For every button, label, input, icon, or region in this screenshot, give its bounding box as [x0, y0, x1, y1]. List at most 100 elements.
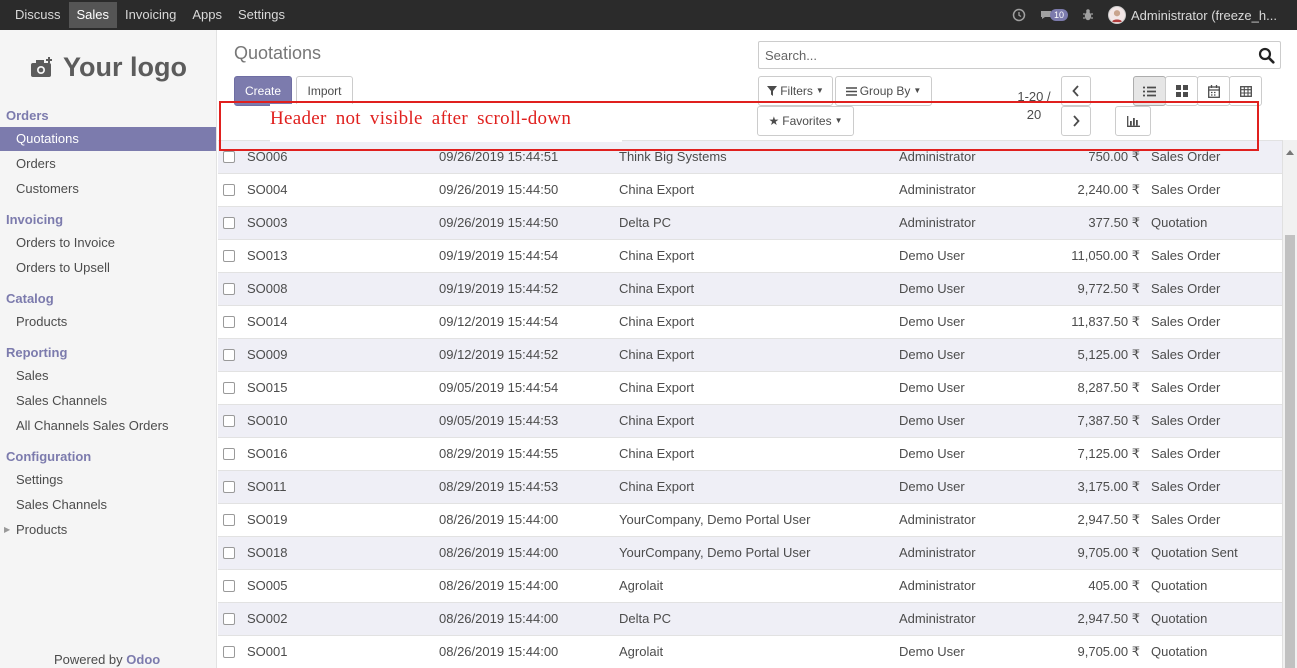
bug-icon[interactable] — [1082, 8, 1094, 22]
customer-name: China Export — [619, 446, 695, 461]
order-total: 5,125.00 ₹ — [1077, 347, 1141, 362]
search-input[interactable] — [759, 42, 1239, 68]
powered-by: Powered by Odoo — [54, 652, 160, 667]
row-checkbox[interactable] — [223, 580, 235, 592]
table-row[interactable]: SO010 09/05/2019 15:44:53 China Export Demo… — [218, 404, 1282, 437]
order-date: 09/12/2019 15:44:52 — [439, 347, 559, 362]
order-number: SO003 — [247, 215, 288, 230]
order-total: 405.00 ₹ — [1088, 578, 1140, 593]
order-status: Sales Order — [1151, 446, 1221, 461]
menu-orders-to-invoice[interactable]: Orders to Invoice — [0, 231, 216, 255]
menu-config-products[interactable]: ▶ Products — [0, 518, 216, 542]
menu-config-settings[interactable]: Settings — [0, 468, 216, 492]
menu-report-sales[interactable]: Sales — [0, 364, 216, 388]
nav-discuss[interactable]: Discuss — [7, 0, 69, 30]
nav-sales[interactable]: Sales — [68, 2, 118, 28]
annotation-text: Header not visible after scroll-down — [270, 104, 622, 142]
table-row[interactable]: SO004 09/26/2019 15:44:50 China Export Admi… — [218, 173, 1282, 206]
row-checkbox[interactable] — [223, 151, 235, 163]
row-checkbox[interactable] — [223, 184, 235, 196]
row-checkbox[interactable] — [223, 646, 235, 658]
order-total: 8,287.50 ₹ — [1077, 380, 1141, 395]
salesperson: Administrator — [899, 182, 976, 197]
order-number: SO011 — [247, 479, 287, 494]
row-checkbox[interactable] — [223, 448, 235, 460]
table-row[interactable]: SO016 08/29/2019 15:44:55 China Export Demo… — [218, 437, 1282, 470]
table-row[interactable]: SO003 09/26/2019 15:44:50 Delta PC Administ… — [218, 206, 1282, 239]
order-total: 2,947.50 ₹ — [1077, 512, 1141, 527]
list-scrollbar[interactable] — [1282, 140, 1297, 668]
table-row[interactable]: SO011 08/29/2019 15:44:53 China Export Demo… — [218, 470, 1282, 503]
nav-invoicing[interactable]: Invoicing — [117, 0, 184, 30]
salesperson: Demo User — [899, 281, 965, 296]
order-status: Sales Order — [1151, 281, 1221, 296]
order-status: Sales Order — [1151, 314, 1221, 329]
salesperson: Demo User — [899, 347, 965, 362]
row-checkbox[interactable] — [223, 547, 235, 559]
menu-customers[interactable]: Customers — [0, 177, 216, 201]
row-checkbox[interactable] — [223, 514, 235, 526]
scroll-up-arrow-icon[interactable] — [1286, 150, 1294, 155]
order-date: 09/19/2019 15:44:52 — [439, 281, 559, 296]
salesperson: Demo User — [899, 413, 965, 428]
salesperson: Administrator — [899, 215, 976, 230]
table-row[interactable]: SO001 08/26/2019 15:44:00 Agrolait Demo Use… — [218, 635, 1282, 668]
menu-products[interactable]: Products — [0, 310, 216, 334]
scrollbar-thumb[interactable] — [1285, 235, 1295, 668]
table-icon — [1239, 85, 1252, 97]
menu-orders-to-upsell[interactable]: Orders to Upsell — [0, 256, 216, 280]
table-row[interactable]: SO018 08/26/2019 15:44:00 YourCompany, Dem… — [218, 536, 1282, 569]
table-row[interactable]: SO014 09/12/2019 15:44:54 China Export Demo… — [218, 305, 1282, 338]
avatar[interactable] — [1108, 6, 1126, 24]
nav-settings[interactable]: Settings — [230, 0, 293, 30]
menu-orders[interactable]: Orders — [0, 152, 216, 176]
search-icon[interactable] — [1258, 47, 1275, 67]
customer-name: Delta PC — [619, 611, 672, 626]
order-number: SO018 — [247, 545, 288, 560]
messages-icon[interactable]: 10 — [1040, 9, 1068, 21]
menu-config-sales-channels[interactable]: Sales Channels — [0, 493, 216, 517]
table-row[interactable]: SO019 08/26/2019 15:44:00 YourCompany, Dem… — [218, 503, 1282, 536]
order-date: 08/26/2019 15:44:00 — [439, 611, 559, 626]
row-checkbox[interactable] — [223, 250, 235, 262]
menu-report-sales-channels[interactable]: Sales Channels — [0, 389, 216, 413]
row-checkbox[interactable] — [223, 349, 235, 361]
user-menu[interactable]: Administrator (freeze_h... — [1131, 8, 1297, 23]
odoo-link[interactable]: Odoo — [126, 652, 160, 667]
row-checkbox[interactable] — [223, 481, 235, 493]
customer-name: China Export — [619, 281, 695, 296]
company-logo: Your logo — [30, 52, 187, 83]
order-status: Quotation — [1151, 611, 1208, 626]
customer-name: Delta PC — [619, 215, 672, 230]
menu-quotations[interactable]: Quotations — [0, 127, 216, 151]
menu-all-channels-sales-orders[interactable]: All Channels Sales Orders — [0, 414, 216, 438]
row-checkbox[interactable] — [223, 283, 235, 295]
salesperson: Demo User — [899, 446, 965, 461]
order-number: SO015 — [247, 380, 288, 395]
order-total: 11,837.50 ₹ — [1071, 314, 1140, 329]
customer-name: China Export — [619, 182, 695, 197]
kanban-view-icon — [1175, 85, 1188, 97]
clock-icon[interactable] — [1012, 8, 1026, 22]
table-row[interactable]: SO013 09/19/2019 15:44:54 China Export Demo… — [218, 239, 1282, 272]
order-status: Sales Order — [1151, 347, 1221, 362]
nav-apps[interactable]: Apps — [184, 0, 230, 30]
table-row[interactable]: SO008 09/19/2019 15:44:52 China Export Demo… — [218, 272, 1282, 305]
order-date: 08/26/2019 15:44:00 — [439, 512, 559, 527]
table-row[interactable]: SO002 08/26/2019 15:44:00 Delta PC Administ… — [218, 602, 1282, 635]
row-checkbox[interactable] — [223, 382, 235, 394]
order-date: 08/26/2019 15:44:00 — [439, 578, 559, 593]
order-status: Sales Order — [1151, 248, 1221, 263]
salesperson: Demo User — [899, 644, 965, 659]
row-checkbox[interactable] — [223, 613, 235, 625]
table-row[interactable]: SO015 09/05/2019 15:44:54 China Export Demo… — [218, 371, 1282, 404]
row-checkbox[interactable] — [223, 415, 235, 427]
salesperson: Administrator — [899, 578, 976, 593]
table-row[interactable]: SO005 08/26/2019 15:44:00 Agrolait Administ… — [218, 569, 1282, 602]
row-checkbox[interactable] — [223, 316, 235, 328]
row-checkbox[interactable] — [223, 217, 235, 229]
powered-by-text: Powered by — [54, 652, 123, 667]
customer-name: China Export — [619, 413, 695, 428]
table-row[interactable]: SO009 09/12/2019 15:44:52 China Export Demo… — [218, 338, 1282, 371]
order-number: SO010 — [247, 413, 288, 428]
